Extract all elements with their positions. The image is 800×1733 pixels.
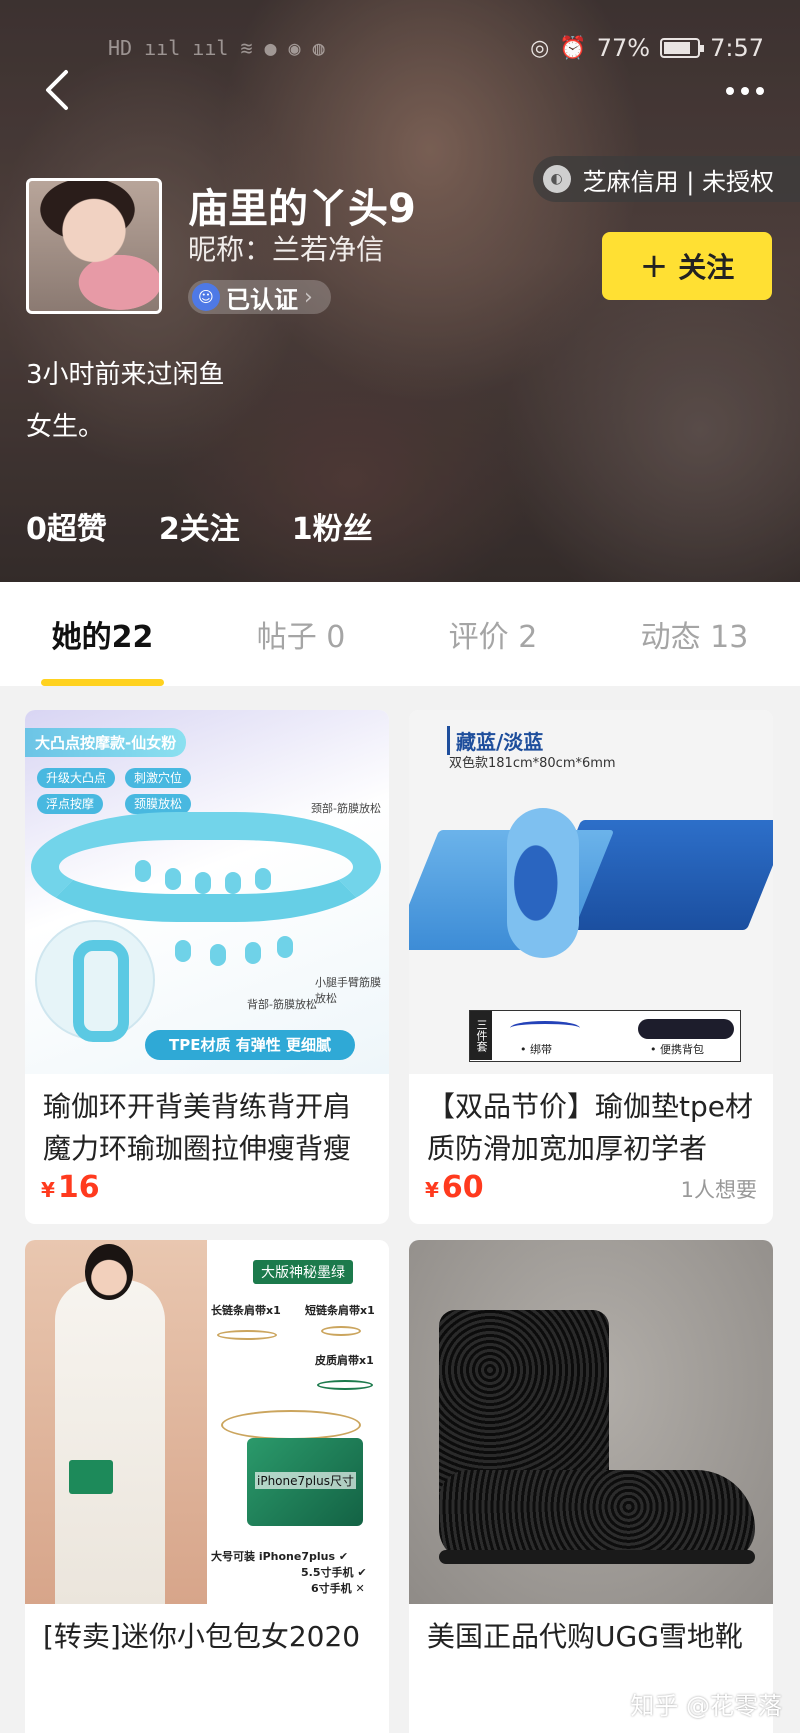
wifi-icon: ≋ [240,36,253,60]
image-banner: 大凸点按摩款-仙女粉 [25,728,187,757]
follow-label: 关注 [678,251,735,284]
product-card[interactable]: 大版神秘墨绿 长链条肩带x1 短链条肩带x1 皮质肩带x1 iPhone7plu… [25,1240,389,1733]
accessory-label: • 绑带 [520,1043,552,1056]
set-label: 三件套 [470,1011,492,1060]
image-text: 6寸手机 ✕ [311,1582,365,1595]
product-image-bag: 大版神秘墨绿 长链条肩带x1 短链条肩带x1 皮质肩带x1 iPhone7plu… [25,1240,389,1604]
watermark: 知乎 @花零落 [630,1692,782,1720]
tab-activity[interactable]: 动态 13 [631,612,759,656]
image-note: 颈部-筋膜放松 [311,802,381,815]
battery-percent: 77% [596,34,651,62]
nickname: 昵称：兰若净信 [188,233,385,266]
profile-header: HD ııl ııl ≋ ● ◉ ◍ ◎ ⏰ 77% 7:57 ◐ 芝麻信用 |… [0,0,800,582]
follow-button[interactable]: + 关注 [602,232,772,300]
chevron-right-icon: › [304,284,313,310]
product-title: 【双品节价】瑜伽垫tpe材质防滑加宽加厚初学者 [427,1090,753,1165]
signal-text: HD ııl ııl [108,36,229,60]
back-arrow-icon [46,70,68,110]
product-price: ¥60 [425,1170,484,1205]
model-photo [25,1240,207,1604]
signal-indicators: HD ııl ııl ≋ ● ◉ ◍ [108,36,325,60]
more-dots-icon [726,87,734,95]
credit-text: 芝麻信用 | 未授权 [582,167,774,196]
image-tag: 浮点按摩 [37,794,104,814]
status-right: ◎ ⏰ 77% 7:57 [530,34,764,62]
avatar[interactable] [26,178,162,314]
boot-sole-shape [439,1550,755,1564]
bag-shape [638,1019,734,1039]
mat-roll-shape [507,808,579,958]
yoga-ring-shape [31,812,381,922]
product-price: ¥16 [41,1170,100,1205]
image-tag: 颈膜放松 [125,794,192,814]
product-meta: ¥16 [25,1170,389,1214]
product-card[interactable]: 大凸点按摩款-仙女粉 升级大凸点 刺激穴位 浮点按摩 颈膜放松 颈部-筋膜放松 … [25,710,389,1224]
back-button[interactable] [40,66,76,114]
tab-items[interactable]: 她的22 [40,612,165,686]
product-image-yoga-ring: 大凸点按摩款-仙女粉 升级大凸点 刺激穴位 浮点按摩 颈膜放松 颈部-筋膜放松 … [25,710,389,1074]
product-title: [转卖]迷你小包包女2020 [43,1620,361,1653]
image-text: 5.5寸手机 ✔ [301,1566,367,1579]
product-card[interactable]: 藏蓝/淡蓝 双色款181cm*80cm*6mm 三件套 • 绑带 • 便携背包 … [409,710,773,1224]
stat-following[interactable]: 2关注 [159,504,240,548]
sesame-credit-icon: ◐ [542,165,571,193]
image-text: 皮质肩带x1 [315,1354,374,1367]
verified-label: 已认证 [226,285,298,314]
last-seen-text: 3小时前来过闲鱼 [26,360,225,390]
tab-reviews[interactable]: 评价 2 [439,612,548,656]
more-menu-button[interactable] [720,76,770,106]
product-meta: ¥60 1人想要 [409,1170,773,1214]
image-note: 小腿手臂筋膜放松 [315,976,381,1005]
ring-detail-circle [35,920,155,1042]
tab-posts[interactable]: 帖子 0 [247,612,356,656]
plus-icon: + [639,246,669,286]
boot-foot-shape [439,1470,755,1562]
accessory-label: • 便携背包 [650,1043,704,1056]
image-tag: 刺激穴位 [125,768,192,788]
verified-user-icon: ☺ [192,283,220,311]
alarm-icon: ⏰ [559,35,587,61]
eye-icon: ◎ [530,35,550,61]
image-title: 藏蓝/淡蓝 [447,726,543,755]
bio-text: 女生。 [26,412,105,442]
image-text: 短链条肩带x1 [305,1304,375,1317]
want-count: 1人想要 [680,1178,757,1202]
image-text: iPhone7plus尺寸 [255,1472,356,1489]
username: 庙里的丫头9 [188,186,416,232]
image-subtitle: 双色款181cm*80cm*6mm [449,756,616,771]
product-image-boot [409,1240,773,1604]
profile-stats: 0超赞 2关注 1粉丝 [26,504,373,548]
image-text: 长链条肩带x1 [211,1304,281,1317]
notification-icons: ● ◉ ◍ [264,36,325,60]
image-note: 背部-筋膜放松 [247,998,317,1011]
image-label: 大版神秘墨绿 [253,1260,353,1284]
status-bar: HD ııl ııl ≋ ● ◉ ◍ ◎ ⏰ 77% 7:57 [0,28,800,72]
product-grid: 大凸点按摩款-仙女粉 升级大凸点 刺激穴位 浮点按摩 颈膜放松 颈部-筋膜放松 … [25,710,775,1733]
accessory-panel: 三件套 • 绑带 • 便携背包 [469,1010,741,1062]
battery-icon [660,38,705,58]
verified-badge[interactable]: ☺ 已认证 › [188,280,331,314]
image-tag: 升级大凸点 [37,768,116,788]
strap-shape [510,1021,580,1035]
product-image-yoga-mat: 藏蓝/淡蓝 双色款181cm*80cm*6mm 三件套 • 绑带 • 便携背包 [409,710,773,1074]
clock: 7:57 [710,34,764,62]
stat-followers[interactable]: 1粉丝 [292,504,373,548]
image-text: 大号可装 iPhone7plus ✔ [211,1550,349,1563]
product-card[interactable]: 美国正品代购UGG雪地靴 [409,1240,773,1733]
sesame-credit-badge[interactable]: ◐ 芝麻信用 | 未授权 [532,156,800,202]
stat-likes[interactable]: 0超赞 [26,504,107,548]
product-title: 瑜伽环开背美背练背开肩魔力环瑜珈圈拉伸瘦背瘦 [43,1090,352,1165]
image-bottom-banner: TPE材质 有弹性 更细腻 [145,1030,355,1060]
profile-tabs: 她的22 帖子 0 评价 2 动态 13 [0,582,800,686]
